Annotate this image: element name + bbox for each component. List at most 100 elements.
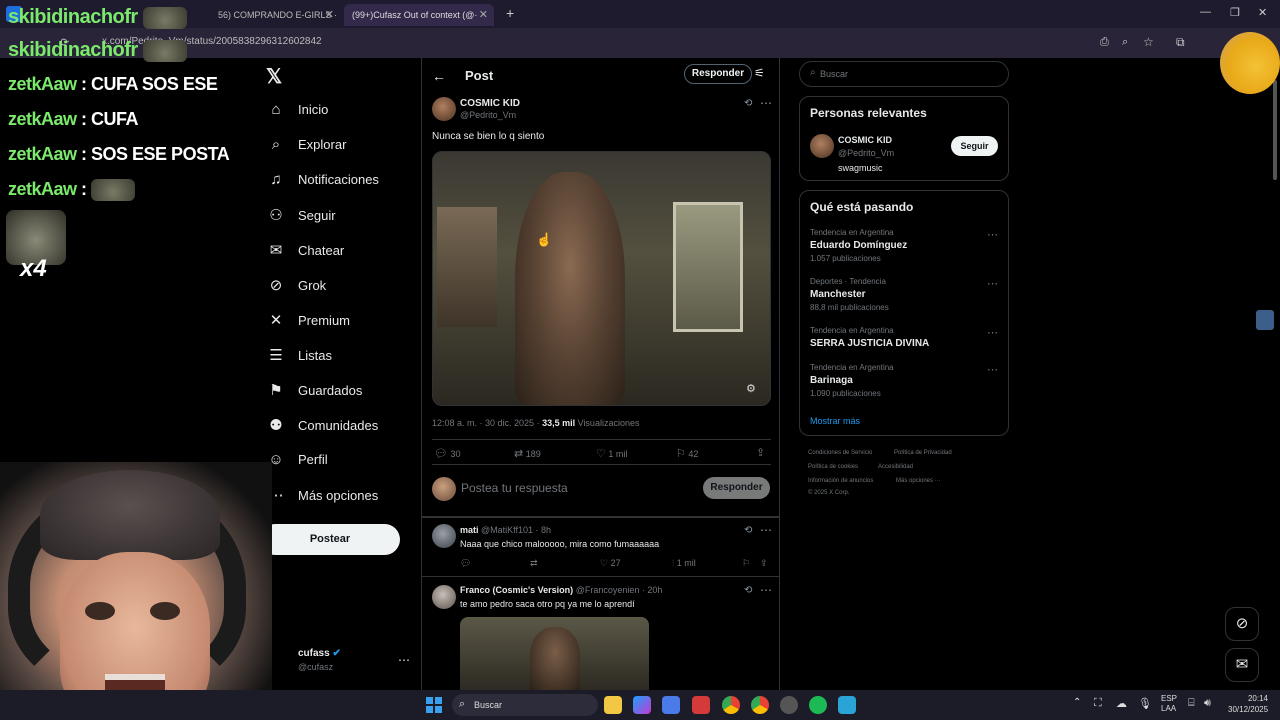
account-more-icon[interactable]: ⋯ xyxy=(398,653,410,667)
relevant-handle[interactable]: @Pedrito_Vm xyxy=(838,148,894,158)
copilot-icon[interactable] xyxy=(633,696,651,714)
reply-avatar[interactable] xyxy=(432,585,456,609)
footer-link[interactable]: Política de Privacidad xyxy=(894,450,952,456)
reply-comment-icon[interactable]: 💬︎ xyxy=(460,558,471,569)
relevant-avatar[interactable] xyxy=(810,134,834,158)
tray-clock[interactable]: 20:14 30/12/2025 xyxy=(1228,693,1268,715)
footer-link[interactable]: Más opciones ··· xyxy=(896,478,941,484)
nav-item-grok[interactable]: ⊘ Grok xyxy=(266,276,326,294)
trend-more-icon[interactable]: ⋯ xyxy=(987,326,998,339)
more-options-icon[interactable]: ⋯ xyxy=(760,583,772,597)
grok-floating-button[interactable]: ⊘ xyxy=(1225,607,1259,641)
trend-item[interactable]: Tendencia en Argentina SERRA JUSTICIA DI… xyxy=(810,326,1000,349)
reply-action[interactable]: 💬︎ 30 xyxy=(434,447,461,460)
nav-item-listas[interactable]: ☰ Listas xyxy=(266,346,332,364)
obs-icon[interactable] xyxy=(780,696,798,714)
install-icon[interactable]: ⎙ xyxy=(1100,36,1109,49)
header-reply-button[interactable]: Responder xyxy=(684,64,752,84)
tray-volume-icon[interactable]: 🔊︎ xyxy=(1204,697,1211,710)
search-box[interactable]: ⌕ Buscar xyxy=(799,61,1009,87)
star-icon[interactable]: ☆ xyxy=(1143,35,1154,49)
store-icon[interactable] xyxy=(662,696,680,714)
more-options-icon[interactable]: ⋯ xyxy=(760,523,772,537)
show-more-link[interactable]: Mostrar más xyxy=(810,416,860,426)
close-tab-icon[interactable]: ✕ xyxy=(479,8,488,21)
trend-more-icon[interactable]: ⋯ xyxy=(987,277,998,290)
mic-side-icon[interactable] xyxy=(1256,310,1274,330)
reply-handle[interactable]: @MatiKff101 xyxy=(481,525,533,535)
grok-icon[interactable]: ⟲ xyxy=(744,525,752,536)
like-action[interactable]: ♡ 1 mil xyxy=(596,447,627,460)
trend-item[interactable]: Tendencia en Argentina Barinaga 1.090 pu… xyxy=(810,363,1000,398)
nav-item-seguir[interactable]: ⚇ Seguir xyxy=(266,206,335,224)
reply-avatar[interactable] xyxy=(432,524,456,548)
maximize-button[interactable]: ❐ xyxy=(1230,6,1240,19)
tray-mic-icon[interactable]: 🎙︎ xyxy=(1138,697,1152,710)
spotify-icon[interactable] xyxy=(809,696,827,714)
filter-icon[interactable]: ⚟ xyxy=(754,66,765,80)
windows-start-icon[interactable] xyxy=(426,697,442,713)
author-avatar[interactable] xyxy=(432,97,456,121)
nav-item-inicio[interactable]: ⌂ Inicio xyxy=(266,101,328,118)
footer-link[interactable]: Accesibilidad xyxy=(878,464,913,470)
reply-author[interactable]: Franco (Cosmic's Version) xyxy=(460,585,573,595)
reply-like-action[interactable]: ♡ 27 xyxy=(600,558,621,569)
grok-icon[interactable]: ⟲ xyxy=(744,98,752,109)
author-name[interactable]: COSMIC KID xyxy=(460,98,520,109)
follow-button[interactable]: Seguir xyxy=(951,136,998,156)
chrome-icon[interactable] xyxy=(722,696,740,714)
reply-share-icon[interactable]: ⇪ xyxy=(760,558,768,569)
reply-views-action[interactable]: ⫶ 1 mil xyxy=(672,558,696,569)
browser-tab[interactable]: 56) COMPRANDO E-GIRLS · ✕ xyxy=(210,4,340,26)
file-explorer-icon[interactable] xyxy=(604,696,622,714)
extensions-icon[interactable]: ⧉ xyxy=(1176,35,1185,50)
nav-item-comunidades[interactable]: ⚉ Comunidades xyxy=(266,416,378,434)
bookmark-action[interactable]: ⚐ 42 xyxy=(676,447,698,460)
trend-more-icon[interactable]: ⋯ xyxy=(987,363,998,376)
author-handle[interactable]: @Pedrito_Vm xyxy=(460,110,516,120)
tray-network-icon[interactable]: ⌸ xyxy=(1188,697,1195,710)
reply-input[interactable]: Postea tu respuesta xyxy=(461,481,568,495)
post-button[interactable]: Postear xyxy=(260,524,400,555)
nav-item-perfil[interactable]: ☺ Perfil xyxy=(266,451,327,468)
nav-item-notificaciones[interactable]: ♫ Notificaciones xyxy=(266,171,379,188)
trend-more-icon[interactable]: ⋯ xyxy=(987,228,998,241)
reply-handle[interactable]: @Francoyenien xyxy=(576,585,640,595)
zoom-icon[interactable]: ⌕ xyxy=(1122,36,1128,49)
minimize-button[interactable]: — xyxy=(1200,6,1211,18)
reply-repost-icon[interactable]: ⇄ xyxy=(530,558,538,569)
notes-icon[interactable] xyxy=(838,696,856,714)
nav-item-chatear[interactable]: ✉ Chatear xyxy=(266,241,345,259)
footer-link[interactable]: Información de anuncios xyxy=(808,478,873,484)
nav-item-mas-opciones[interactable]: ⋯ Más opciones xyxy=(266,486,379,504)
close-window-button[interactable]: ✕ xyxy=(1258,6,1267,19)
trend-item[interactable]: Tendencia en Argentina Eduardo Domínguez… xyxy=(810,228,1000,263)
reply-submit-button[interactable]: Responder xyxy=(703,477,770,499)
taskbar-search[interactable]: ⌕ Buscar xyxy=(452,694,598,716)
tray-app-icon[interactable]: ⛶ xyxy=(1094,697,1102,710)
x-logo-icon[interactable]: 𝕏 xyxy=(266,64,282,89)
repost-action[interactable]: ⇄ 189 xyxy=(514,447,541,460)
video-settings-icon[interactable]: ⚙ xyxy=(746,382,756,395)
footer-link[interactable]: Política de cookies xyxy=(808,464,858,470)
wps-icon[interactable] xyxy=(692,696,710,714)
close-tab-icon[interactable]: ✕ xyxy=(325,8,334,21)
reply-bookmark-icon[interactable]: ⚐ xyxy=(742,558,750,569)
tray-chevron-icon[interactable]: ⌃ xyxy=(1073,697,1081,708)
reply-author[interactable]: mati xyxy=(460,525,479,535)
reply-media[interactable] xyxy=(460,617,649,690)
back-arrow-icon[interactable]: ← xyxy=(432,68,446,84)
more-options-icon[interactable]: ⋯ xyxy=(760,96,772,110)
nav-item-guardados[interactable]: ⚑ Guardados xyxy=(266,381,362,399)
messages-floating-button[interactable]: ✉ xyxy=(1225,648,1259,682)
tray-cloud-icon[interactable]: ☁ xyxy=(1116,697,1127,710)
nav-item-premium[interactable]: ✕ Premium xyxy=(266,311,350,329)
scrollbar[interactable] xyxy=(1273,80,1277,180)
share-icon[interactable]: ⇪ xyxy=(756,446,765,459)
chrome-profile-icon[interactable] xyxy=(751,696,769,714)
relevant-name[interactable]: COSMIC KID xyxy=(838,135,892,145)
tray-language[interactable]: ESP LAA xyxy=(1161,694,1177,714)
trend-item[interactable]: Deportes · Tendencia Manchester 88,8 mil… xyxy=(810,277,1000,312)
grok-icon[interactable]: ⟲ xyxy=(744,585,752,596)
footer-link[interactable]: Condiciones de Servicio xyxy=(808,450,872,456)
